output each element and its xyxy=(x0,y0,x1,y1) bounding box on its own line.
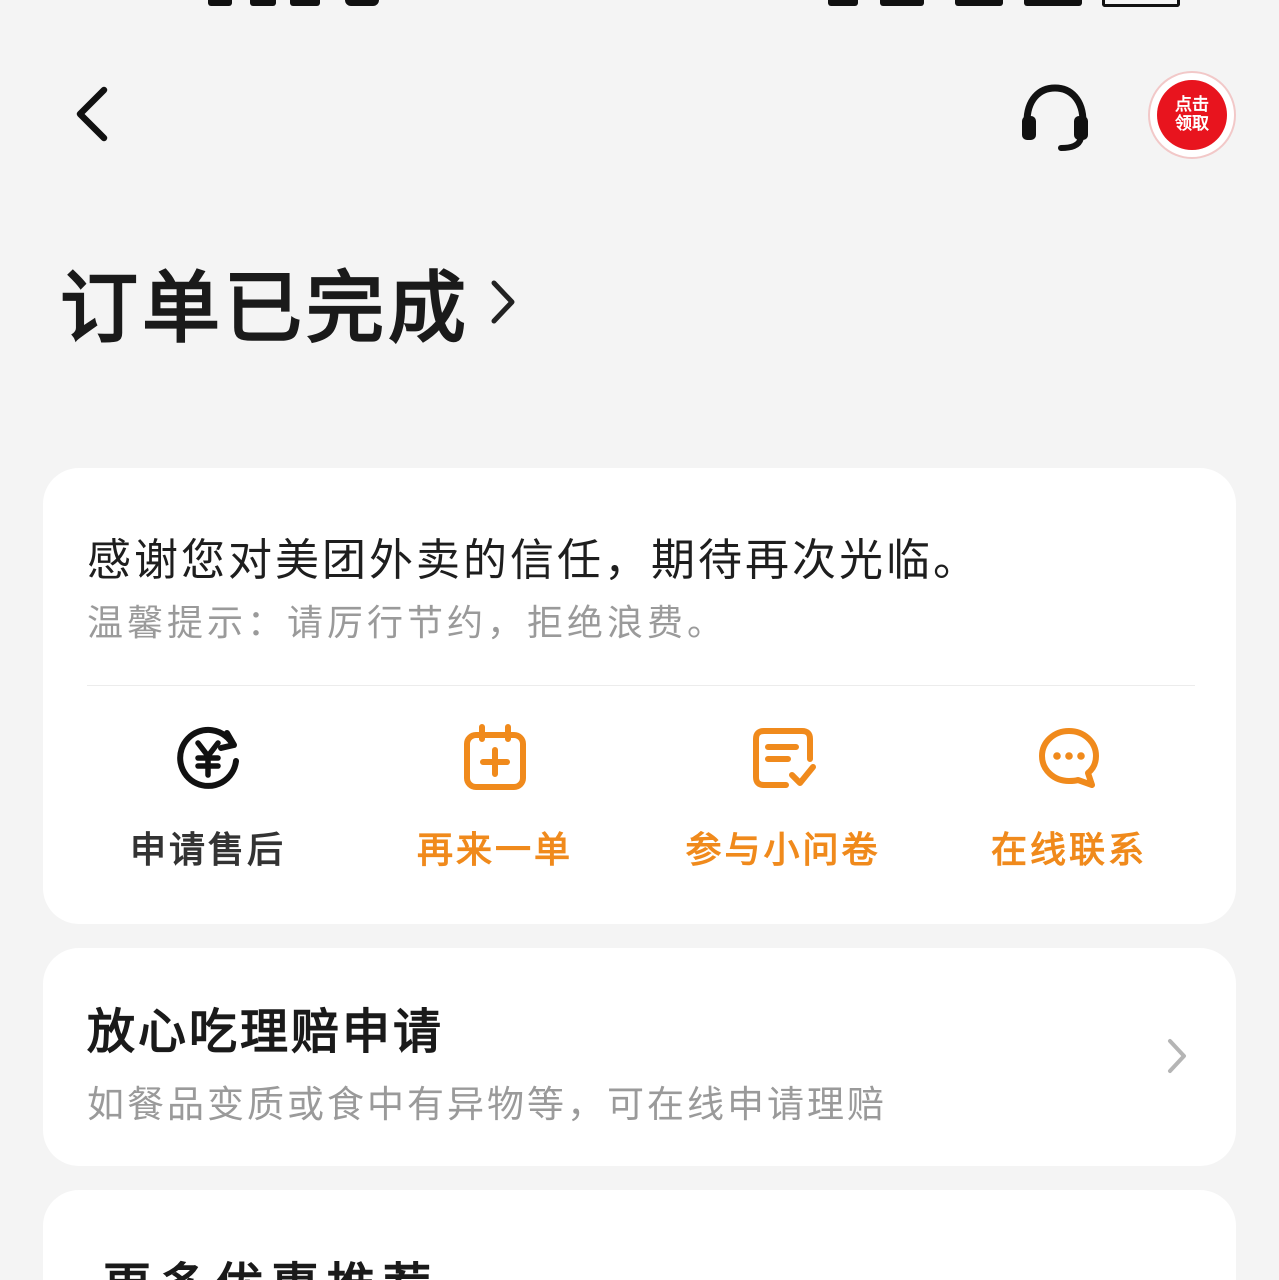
claim-title: 放心吃理赔申请 xyxy=(87,1004,445,1060)
status-bar-notification-icon xyxy=(345,0,379,6)
status-bar-signal-icon xyxy=(828,0,858,6)
reorder-label: 再来一单 xyxy=(416,829,573,871)
claim-description: 如餐品变质或食中有异物等，可在线申请理赔 xyxy=(87,1083,887,1126)
order-status-title[interactable]: 订单已完成 xyxy=(60,252,518,354)
claim-coupon-badge[interactable]: 点击 领取 xyxy=(1150,73,1234,157)
status-bar-signal-icon xyxy=(955,0,1003,6)
order-complete-page: 点击 领取 订单已完成 感谢您对美团外卖的信任，期待再次光临。 温馨提示：请厉行… xyxy=(0,0,1279,1280)
thanks-message: 感谢您对美团外卖的信任，期待再次光临。 xyxy=(87,535,980,586)
status-bar-signal-icon xyxy=(880,0,924,6)
divider xyxy=(87,685,1195,686)
back-button[interactable] xyxy=(60,78,124,150)
headset-icon xyxy=(1022,84,1088,151)
status-bar-wifi-icon xyxy=(1024,0,1082,6)
after-sales-label: 申请售后 xyxy=(129,829,286,871)
survey-button[interactable]: 参与小问卷 xyxy=(663,723,903,873)
order-status-card: 感谢您对美团外卖的信任，期待再次光临。 温馨提示：请厉行节约，拒绝浪费。 申请售… xyxy=(43,468,1236,924)
calendar-plus-icon xyxy=(459,723,531,793)
chevron-right-icon xyxy=(488,277,518,327)
more-offers-card: 更多优惠推荐 xyxy=(43,1190,1236,1280)
page-title: 订单已完成 xyxy=(60,263,471,354)
coupon-badge-line1: 点击 xyxy=(1175,95,1209,115)
status-bar-time-fragment xyxy=(290,0,320,6)
status-bar xyxy=(0,0,1279,8)
customer-service-button[interactable] xyxy=(1012,78,1098,158)
chevron-right-icon xyxy=(1162,1036,1192,1076)
yuan-refund-icon xyxy=(172,723,244,793)
status-bar-time-fragment xyxy=(208,0,232,6)
reorder-button[interactable]: 再来一单 xyxy=(375,723,615,873)
coupon-badge-line2: 领取 xyxy=(1175,114,1209,134)
order-actions: 申请售后 再来一单 参与小问卷 在线联系 xyxy=(43,723,1236,873)
status-bar-battery-icon xyxy=(1102,0,1180,7)
after-sales-button[interactable]: 申请售后 xyxy=(88,723,328,873)
survey-check-icon xyxy=(747,723,819,793)
more-offers-title: 更多优惠推荐 xyxy=(103,1246,439,1280)
chevron-left-icon xyxy=(76,86,108,142)
survey-label: 参与小问卷 xyxy=(685,829,881,871)
online-contact-button[interactable]: 在线联系 xyxy=(949,723,1189,873)
chat-bubble-icon xyxy=(1033,723,1105,793)
claim-coupon-badge-inner: 点击 领取 xyxy=(1157,80,1227,150)
tip-message: 温馨提示：请厉行节约，拒绝浪费。 xyxy=(87,603,728,644)
online-contact-label: 在线联系 xyxy=(990,829,1147,871)
claim-card[interactable]: 放心吃理赔申请 如餐品变质或食中有异物等，可在线申请理赔 xyxy=(43,948,1236,1166)
status-bar-time-fragment xyxy=(250,0,276,6)
